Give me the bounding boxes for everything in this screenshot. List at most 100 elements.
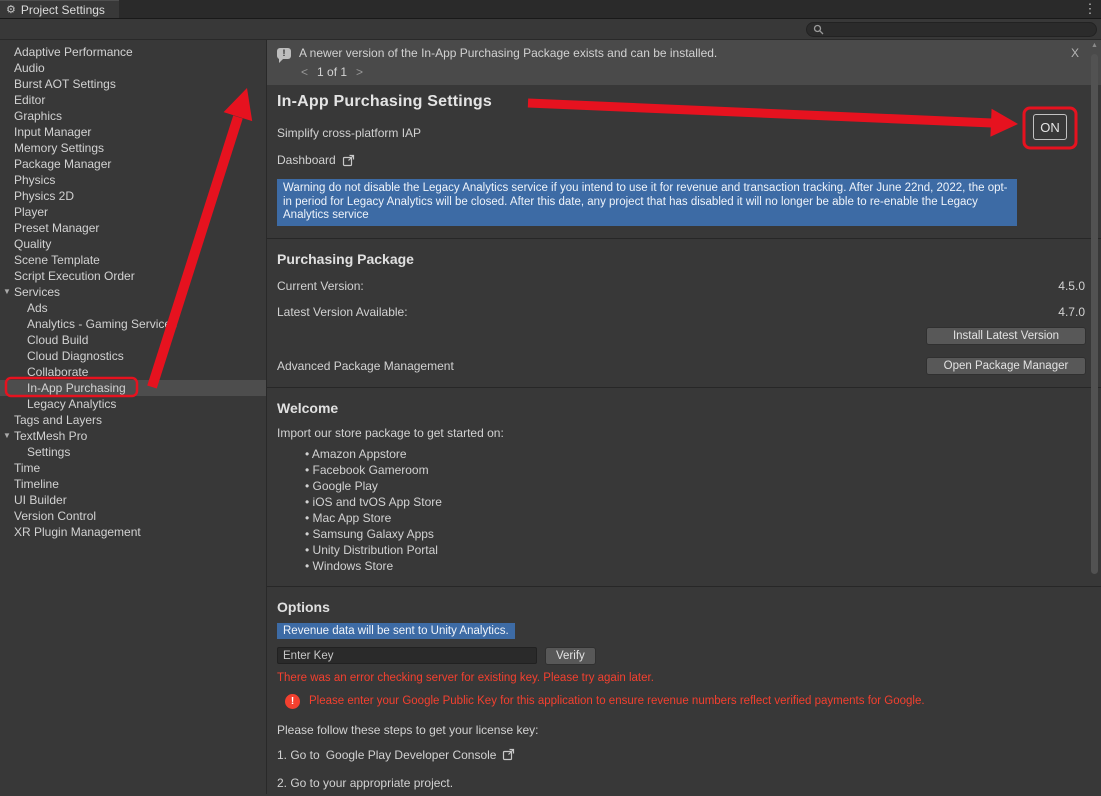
- dashboard-link[interactable]: Dashboard: [277, 153, 355, 167]
- sidebar-item-label: Time: [14, 461, 40, 475]
- sidebar-item-player[interactable]: Player: [0, 204, 266, 220]
- sidebar-item-label: Analytics - Gaming Services: [27, 317, 177, 331]
- sidebar-item-label: Graphics: [14, 109, 62, 123]
- welcome-intro: Import our store package to get started …: [277, 426, 1091, 440]
- sidebar-item-label: Tags and Layers: [14, 413, 102, 427]
- license-key-input[interactable]: [277, 647, 537, 664]
- sidebar-item-physics[interactable]: Physics: [0, 172, 266, 188]
- next-message-button[interactable]: >: [354, 65, 365, 79]
- sidebar-item-script-execution-order[interactable]: Script Execution Order: [0, 268, 266, 284]
- sidebar-item-preset-manager[interactable]: Preset Manager: [0, 220, 266, 236]
- sidebar-item-settings[interactable]: Settings: [0, 444, 266, 460]
- foldout-arrow-icon[interactable]: ▼: [3, 428, 11, 444]
- sidebar-item-label: Script Execution Order: [14, 269, 135, 283]
- sidebar-item-services[interactable]: ▼Services: [0, 284, 266, 300]
- sidebar-item-label: UI Builder: [14, 493, 67, 507]
- sidebar-item-time[interactable]: Time: [0, 460, 266, 476]
- current-version-label: Current Version:: [277, 279, 364, 293]
- tab-label: Project Settings: [21, 3, 105, 17]
- sidebar-item-label: XR Plugin Management: [14, 525, 141, 539]
- welcome-heading: Welcome: [277, 400, 1091, 416]
- dashboard-label: Dashboard: [277, 153, 336, 167]
- current-version-value: 4.5.0: [1058, 279, 1085, 293]
- sidebar-item-cloud-diagnostics[interactable]: Cloud Diagnostics: [0, 348, 266, 364]
- sidebar-item-collaborate[interactable]: Collaborate: [0, 364, 266, 380]
- sidebar-item-label: Burst AOT Settings: [14, 77, 116, 91]
- prev-message-button[interactable]: <: [299, 65, 310, 79]
- sidebar-item-legacy-analytics[interactable]: Legacy Analytics: [0, 396, 266, 412]
- sidebar-item-in-app-purchasing[interactable]: In-App Purchasing: [0, 380, 266, 396]
- advanced-package-management-label: Advanced Package Management: [277, 359, 454, 373]
- store-list-item: • Google Play: [305, 478, 1091, 494]
- sidebar-item-editor[interactable]: Editor: [0, 92, 266, 108]
- message-counter: 1 of 1: [317, 65, 347, 79]
- store-list-item: • Windows Store: [305, 558, 1091, 574]
- scrollbar[interactable]: ▲: [1088, 40, 1101, 794]
- close-icon[interactable]: X: [1067, 46, 1083, 60]
- sidebar-item-label: Ads: [27, 301, 48, 315]
- titlebar: ⚙ Project Settings ⋮: [0, 0, 1101, 19]
- sidebar-item-quality[interactable]: Quality: [0, 236, 266, 252]
- open-package-manager-button[interactable]: Open Package Manager: [926, 357, 1086, 375]
- sidebar-item-package-manager[interactable]: Package Manager: [0, 156, 266, 172]
- store-list: • Amazon Appstore• Facebook Gameroom• Go…: [277, 446, 1091, 574]
- legacy-analytics-warning: Warning do not disable the Legacy Analyt…: [277, 179, 1017, 226]
- store-list-item: • Mac App Store: [305, 510, 1091, 526]
- step2-text: 2. Go to your appropriate project.: [277, 776, 1091, 790]
- search-bar[interactable]: [806, 22, 1097, 37]
- sidebar-item-input-manager[interactable]: Input Manager: [0, 124, 266, 140]
- store-list-item: • Samsung Galaxy Apps: [305, 526, 1091, 542]
- sidebar-item-label: Cloud Build: [27, 333, 88, 347]
- install-latest-version-button[interactable]: Install Latest Version: [926, 327, 1086, 345]
- verify-button[interactable]: Verify: [545, 647, 596, 665]
- iap-toggle-button[interactable]: ON: [1033, 114, 1067, 140]
- sidebar-item-label: In-App Purchasing: [27, 381, 126, 395]
- options-heading: Options: [277, 599, 1091, 615]
- sidebar-item-physics-2d[interactable]: Physics 2D: [0, 188, 266, 204]
- sidebar-item-tags-and-layers[interactable]: Tags and Layers: [0, 412, 266, 428]
- sidebar-item-memory-settings[interactable]: Memory Settings: [0, 140, 266, 156]
- page-title: In-App Purchasing Settings: [277, 93, 1091, 111]
- steps-intro: Please follow these steps to get your li…: [277, 723, 1091, 737]
- search-input[interactable]: [828, 23, 1090, 35]
- sidebar-item-timeline[interactable]: Timeline: [0, 476, 266, 492]
- sidebar-item-ads[interactable]: Ads: [0, 300, 266, 316]
- banner-message: A newer version of the In-App Purchasing…: [299, 46, 717, 60]
- sidebar-item-xr-plugin-management[interactable]: XR Plugin Management: [0, 524, 266, 540]
- sidebar-item-label: Scene Template: [14, 253, 100, 267]
- sidebar-item-analytics-gaming-services[interactable]: Analytics - Gaming Services: [0, 316, 266, 332]
- sidebar-item-label: Legacy Analytics: [27, 397, 116, 411]
- sidebar-item-scene-template[interactable]: Scene Template: [0, 252, 266, 268]
- external-link-icon: [342, 154, 355, 167]
- google-play-console-link[interactable]: Google Play Developer Console: [326, 748, 497, 762]
- sidebar-item-label: Preset Manager: [14, 221, 99, 235]
- sidebar: Adaptive PerformanceAudioBurst AOT Setti…: [0, 40, 267, 794]
- sidebar-item-label: Quality: [14, 237, 51, 251]
- sidebar-item-version-control[interactable]: Version Control: [0, 508, 266, 524]
- sidebar-item-ui-builder[interactable]: UI Builder: [0, 492, 266, 508]
- sidebar-item-label: Cloud Diagnostics: [27, 349, 124, 363]
- scrollbar-thumb[interactable]: [1091, 54, 1098, 574]
- sidebar-item-label: Editor: [14, 93, 45, 107]
- section-divider: [267, 387, 1101, 388]
- server-error-text: There was an error checking server for e…: [277, 672, 1091, 684]
- sidebar-item-textmesh-pro[interactable]: ▼TextMesh Pro: [0, 428, 266, 444]
- purchasing-package-heading: Purchasing Package: [277, 251, 1091, 267]
- sidebar-item-cloud-build[interactable]: Cloud Build: [0, 332, 266, 348]
- sidebar-item-adaptive-performance[interactable]: Adaptive Performance: [0, 44, 266, 60]
- sidebar-item-burst-aot-settings[interactable]: Burst AOT Settings: [0, 76, 266, 92]
- console-message-icon: !: [277, 48, 291, 59]
- window-menu-button[interactable]: ⋮: [1079, 0, 1101, 18]
- gear-icon: ⚙: [6, 3, 16, 16]
- foldout-arrow-icon[interactable]: ▼: [3, 284, 11, 300]
- sidebar-item-label: Version Control: [14, 509, 96, 523]
- sidebar-item-label: Package Manager: [14, 157, 111, 171]
- google-key-error-text: Please enter your Google Public Key for …: [309, 695, 925, 707]
- scroll-up-arrow-icon[interactable]: ▲: [1088, 42, 1101, 49]
- sidebar-item-audio[interactable]: Audio: [0, 60, 266, 76]
- tab-project-settings[interactable]: ⚙ Project Settings: [0, 0, 119, 18]
- sidebar-item-label: Services: [14, 285, 60, 299]
- sidebar-item-label: Physics 2D: [14, 189, 74, 203]
- sidebar-item-graphics[interactable]: Graphics: [0, 108, 266, 124]
- revenue-note: Revenue data will be sent to Unity Analy…: [277, 623, 515, 639]
